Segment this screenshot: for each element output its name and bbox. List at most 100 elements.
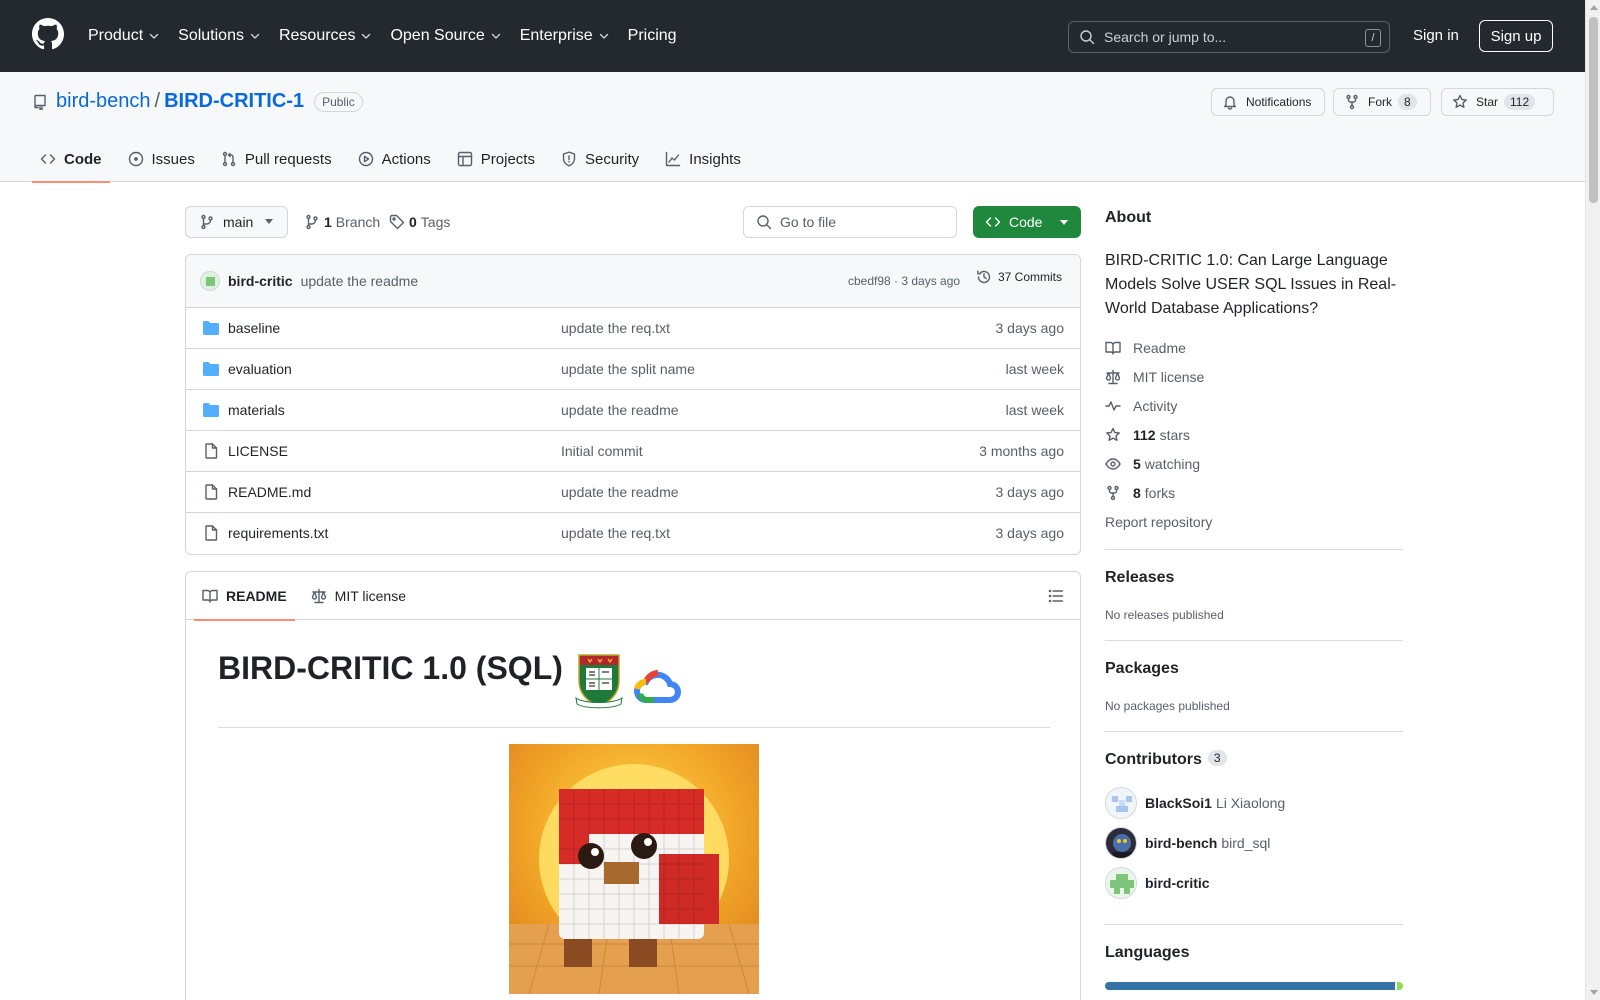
visibility-badge: Public [314, 91, 363, 112]
watching-link[interactable]: 5 watching [1105, 456, 1200, 472]
file-name-link[interactable]: materials [228, 402, 285, 418]
scroll-up-arrow-icon[interactable] [1590, 5, 1598, 10]
history-icon [977, 270, 991, 284]
tab-pull-requests[interactable]: Pull requests [213, 136, 340, 182]
contributors-heading-label: Contributors [1105, 751, 1202, 768]
code-button[interactable]: Code [973, 206, 1081, 238]
tab-license[interactable]: MIT license [303, 572, 414, 620]
star-icon [1106, 427, 1120, 441]
readme-link[interactable]: Readme [1105, 340, 1186, 356]
nav-enterprise[interactable]: Enterprise [520, 27, 610, 45]
tags-link[interactable]: 0 Tags [389, 214, 450, 230]
github-mark-icon[interactable] [32, 18, 64, 50]
contributor-item[interactable]: BlackSoi1 Li Xiaolong [1105, 787, 1285, 819]
list-outline-icon[interactable] [1048, 588, 1064, 604]
tab-actions[interactable]: Actions [350, 136, 439, 182]
nav-pricing[interactable]: Pricing [628, 27, 677, 45]
file-row[interactable]: requirements.txt update the req.txt 3 da… [186, 513, 1080, 554]
file-commit-message[interactable]: update the req.txt [561, 320, 670, 336]
file-name-link[interactable]: LICENSE [228, 443, 288, 459]
go-to-file-input[interactable]: Go to file [743, 206, 957, 238]
commit-message-link[interactable]: update the readme [301, 273, 419, 289]
folder-icon [203, 321, 219, 335]
scroll-down-arrow-icon[interactable] [1590, 990, 1598, 995]
latest-commit-bar: bird-critic update the readme cbedf98 · … [186, 255, 1080, 308]
nav-open-source[interactable]: Open Source [390, 27, 501, 45]
forks-link[interactable]: 8 forks [1105, 485, 1175, 501]
star-button[interactable]: Star 112 [1441, 88, 1554, 116]
caret-down-icon [1060, 220, 1068, 225]
file-row[interactable]: evaluation update the split name last we… [186, 349, 1080, 390]
contributor-item[interactable]: bird-bench bird_sql [1105, 827, 1270, 859]
license-link[interactable]: MIT license [1105, 369, 1204, 385]
tab-label: README [226, 587, 287, 604]
language-segment-other[interactable] [1397, 982, 1403, 990]
google-cloud-logo [634, 670, 681, 703]
tab-issues[interactable]: Issues [120, 136, 203, 182]
branches-link[interactable]: 1 Branch [304, 214, 380, 230]
contributor-login[interactable]: bird-critic [1145, 875, 1210, 891]
file-name-link[interactable]: evaluation [228, 361, 292, 377]
pulse-icon [1105, 401, 1121, 411]
sign-up-button[interactable]: Sign up [1479, 20, 1553, 52]
file-row[interactable]: materials update the readme last week [186, 390, 1080, 431]
contributor-login[interactable]: BlackSoi1 [1145, 795, 1212, 811]
avatar[interactable] [1105, 867, 1137, 899]
eye-icon [1105, 458, 1121, 470]
file-row[interactable]: LICENSE Initial commit 3 months ago [186, 431, 1080, 472]
file-name-link[interactable]: requirements.txt [228, 525, 328, 541]
report-repository-link[interactable]: Report repository [1105, 514, 1212, 530]
about-description: BIRD-CRITIC 1.0: Can Large Language Mode… [1105, 252, 1397, 317]
commits-count-label: 37 Commits [998, 270, 1063, 284]
file-row[interactable]: README.md update the readme 3 days ago [186, 472, 1080, 513]
file-commit-message[interactable]: update the readme [561, 402, 679, 418]
notifications-label: Notifications [1246, 95, 1312, 109]
stars-link[interactable]: 112 stars [1105, 427, 1190, 443]
repo-name-link[interactable]: BIRD-CRITIC-1 [164, 90, 304, 113]
languages-heading: Languages [1105, 944, 1190, 961]
sign-in-link[interactable]: Sign in [1413, 27, 1459, 44]
avatar[interactable] [200, 271, 220, 291]
page-scrollbar[interactable] [1585, 0, 1600, 1000]
commit-author-link[interactable]: bird-critic [228, 273, 293, 289]
sidebar-divider [1105, 640, 1403, 641]
branch-selector[interactable]: main [185, 206, 288, 238]
readme-link-label: Readme [1133, 340, 1186, 356]
commits-history-link[interactable]: 37 Commits [976, 269, 1062, 285]
avatar[interactable] [1105, 827, 1137, 859]
tab-insights[interactable]: Insights [657, 136, 749, 182]
packages-heading[interactable]: Packages [1105, 660, 1403, 678]
notifications-button[interactable]: Notifications [1211, 88, 1325, 116]
contributors-heading[interactable]: Contributors 3 [1105, 750, 1403, 769]
nav-resources[interactable]: Resources [279, 27, 372, 45]
nav-product[interactable]: Product [88, 27, 160, 45]
releases-heading[interactable]: Releases [1105, 569, 1403, 587]
tab-code[interactable]: Code [32, 136, 110, 183]
nav-solutions[interactable]: Solutions [178, 27, 261, 45]
repo-owner-link[interactable]: bird-bench [56, 90, 151, 113]
fork-button[interactable]: Fork 8 [1333, 88, 1431, 116]
file-commit-message[interactable]: update the req.txt [561, 525, 670, 541]
search-input[interactable]: Search or jump to... / [1068, 21, 1390, 53]
contributor-login[interactable]: bird-bench [1145, 835, 1217, 851]
go-to-file-placeholder: Go to file [780, 214, 837, 230]
file-name-link[interactable]: baseline [228, 320, 280, 336]
contributor-item[interactable]: bird-critic [1105, 867, 1214, 899]
issue-icon [128, 151, 143, 167]
tab-readme[interactable]: README [194, 572, 295, 621]
file-commit-message[interactable]: Initial commit [561, 443, 643, 459]
avatar-identicon [1106, 868, 1136, 898]
avatar[interactable] [1105, 787, 1137, 819]
avatar-identicon [1106, 788, 1136, 818]
file-commit-message[interactable]: update the split name [561, 361, 695, 377]
tab-projects[interactable]: Projects [449, 136, 543, 182]
file-row[interactable]: baseline update the req.txt 3 days ago [186, 308, 1080, 349]
chevron-down-icon [362, 33, 371, 39]
language-segment-python[interactable] [1105, 982, 1396, 990]
commit-hash-time[interactable]: cbedf98 · 3 days ago [848, 274, 960, 288]
scrollbar-thumb[interactable] [1589, 17, 1598, 203]
activity-link[interactable]: Activity [1105, 398, 1177, 414]
file-name-link[interactable]: README.md [228, 484, 311, 500]
tab-security[interactable]: Security [553, 136, 647, 182]
file-commit-message[interactable]: update the readme [561, 484, 679, 500]
